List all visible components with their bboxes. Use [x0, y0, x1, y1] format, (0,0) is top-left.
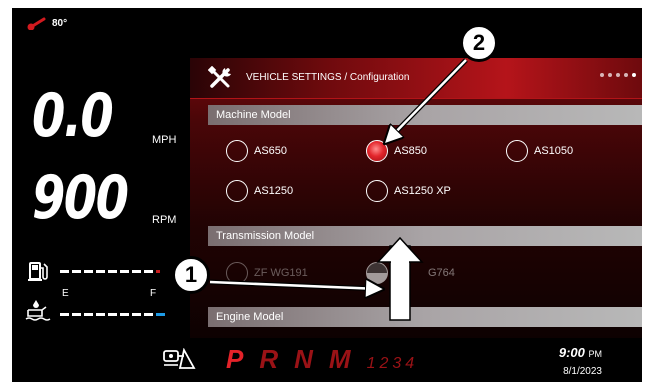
- annotation-arrows: [209, 58, 468, 321]
- callout-1: 1: [172, 256, 210, 294]
- callout-2: 2: [460, 24, 498, 62]
